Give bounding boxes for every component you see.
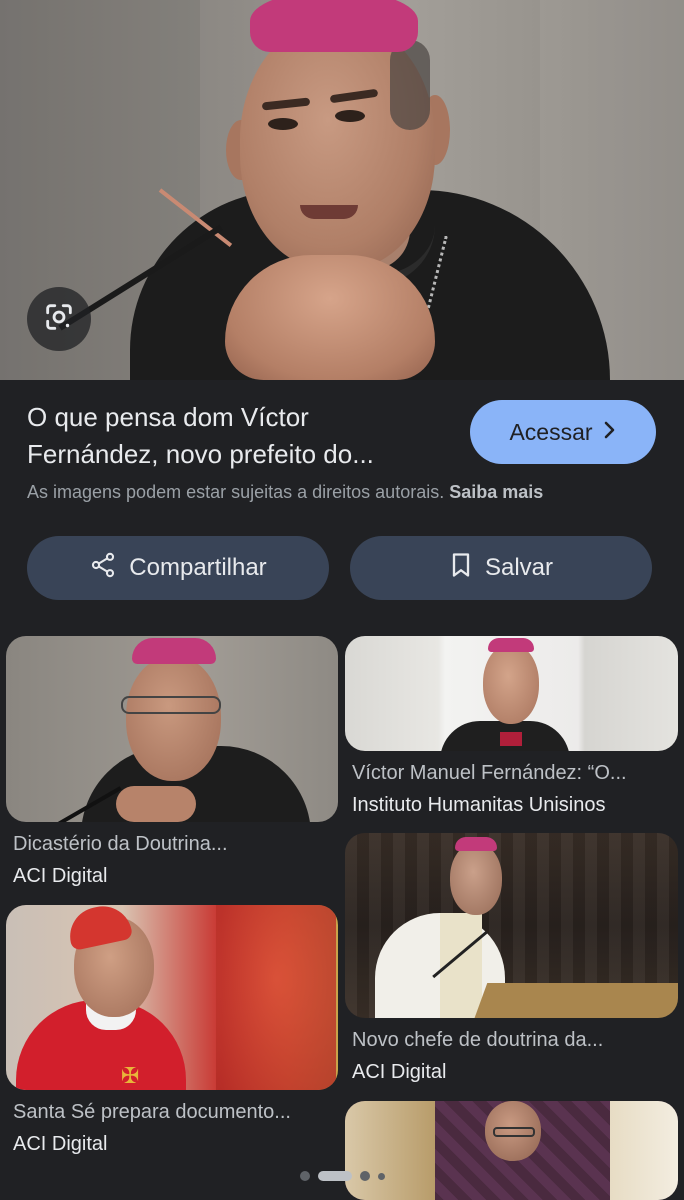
page-dot-active	[317, 1171, 352, 1181]
page-dot	[377, 1172, 385, 1180]
page-dot	[359, 1171, 370, 1181]
related-thumbnail[interactable]	[345, 833, 678, 1018]
related-image-card[interactable]: Novo chefe de doutrina da... ACI Digital	[345, 833, 678, 1087]
save-button[interactable]: Salvar	[350, 536, 652, 600]
camera-lens-icon	[42, 300, 76, 339]
learn-more-link[interactable]: Saiba mais	[449, 482, 543, 502]
related-source: ACI Digital	[13, 1133, 108, 1155]
chevron-right-icon	[603, 419, 617, 446]
share-label: Compartilhar	[129, 554, 267, 581]
copyright-text: As imagens podem estar sujeitas a direit…	[27, 482, 445, 502]
lens-search-button[interactable]	[27, 287, 91, 351]
access-button[interactable]: Acessar	[470, 400, 656, 464]
related-image-card[interactable]: ✠ Santa Sé prepara documento... ACI Digi…	[6, 905, 338, 1155]
page-dot	[299, 1171, 310, 1181]
related-source: Instituto Humanitas Unisinos	[352, 794, 606, 816]
copyright-notice: As imagens podem estar sujeitas a direit…	[27, 480, 657, 504]
page-indicator	[0, 1166, 684, 1186]
result-title[interactable]: O que pensa dom Víctor Fernández, novo p…	[27, 399, 447, 473]
related-source: ACI Digital	[352, 1061, 447, 1083]
share-icon	[89, 551, 117, 586]
save-label: Salvar	[484, 554, 554, 581]
related-caption: Santa Sé prepara documento...	[13, 1101, 291, 1123]
related-thumbnail[interactable]	[345, 636, 678, 751]
zucchetto	[250, 0, 418, 52]
related-caption: Novo chefe de doutrina da...	[352, 1029, 604, 1051]
access-label: Acessar	[509, 418, 593, 445]
related-thumbnail[interactable]: ✠	[6, 905, 338, 1090]
related-caption: Víctor Manuel Fernández: “O...	[352, 762, 627, 784]
main-image[interactable]	[0, 0, 684, 380]
related-source: ACI Digital	[13, 865, 108, 887]
bookmark-icon	[449, 551, 473, 586]
related-image-card[interactable]: Dicastério da Doutrina... ACI Digital	[6, 636, 338, 888]
related-image-card[interactable]: Víctor Manuel Fernández: “O... Instituto…	[345, 636, 678, 821]
related-thumbnail[interactable]	[6, 636, 338, 822]
share-button[interactable]: Compartilhar	[27, 536, 329, 600]
related-caption: Dicastério da Doutrina...	[13, 833, 228, 855]
